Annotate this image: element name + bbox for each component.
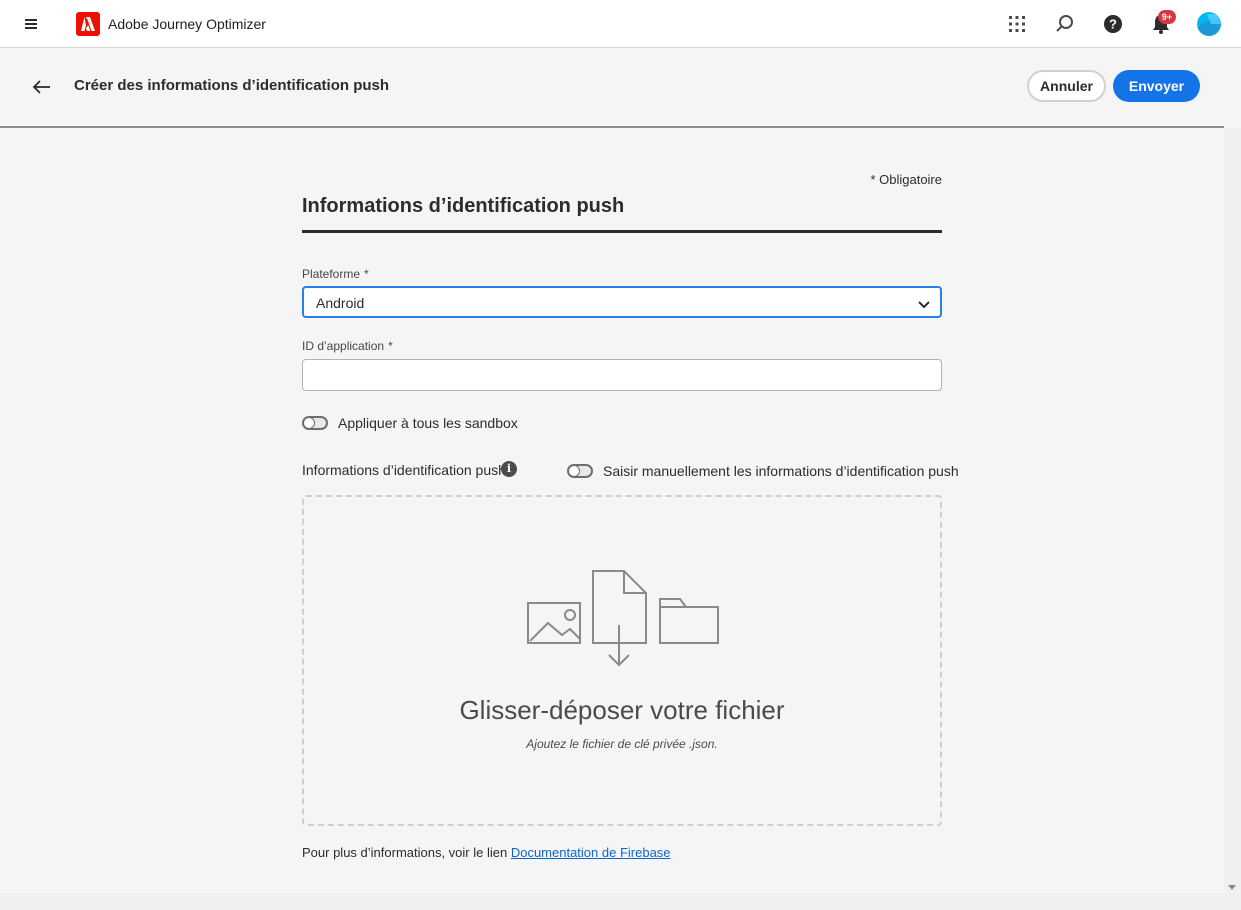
scroll-down-arrow-icon[interactable]: [1228, 885, 1236, 890]
firebase-docs-link[interactable]: Documentation de Firebase: [511, 845, 671, 860]
section-divider: [302, 230, 942, 233]
app-top-bar: Adobe Journey Optimizer ? 9+: [0, 0, 1241, 48]
manual-entry-toggle[interactable]: [567, 464, 593, 478]
info-icon[interactable]: i: [501, 461, 517, 477]
apply-all-sandboxes-toggle[interactable]: [302, 416, 328, 430]
hamburger-menu-icon[interactable]: [22, 14, 42, 34]
cancel-button[interactable]: Annuler: [1027, 70, 1106, 102]
footer-help-text: Pour plus d’informations, voir le lien D…: [302, 845, 671, 860]
app-name: Adobe Journey Optimizer: [108, 16, 266, 32]
dropzone-subtitle: Ajoutez le fichier de clé privée .json.: [526, 737, 718, 751]
footer-text: Pour plus d’informations, voir le lien: [302, 845, 511, 860]
required-mark: *: [388, 339, 393, 353]
dropzone-title: Glisser-déposer votre fichier: [459, 695, 785, 725]
required-mark: *: [364, 267, 369, 281]
app-id-label-text: ID d’application: [302, 339, 385, 353]
file-upload-illustration-icon: [527, 570, 719, 667]
platform-label-text: Plateforme: [302, 267, 361, 281]
help-icon[interactable]: ?: [1101, 12, 1125, 36]
svg-text:?: ?: [1109, 17, 1117, 32]
file-dropzone[interactable]: Glisser-déposer votre fichier Ajoutez le…: [302, 495, 942, 826]
chevron-down-icon: [918, 297, 930, 315]
credentials-label: Informations d’identification push: [302, 462, 506, 478]
apps-grid-icon[interactable]: [1005, 12, 1029, 36]
section-title: Informations d’identification push: [302, 195, 625, 217]
back-arrow-icon[interactable]: [30, 75, 54, 99]
app-id-input[interactable]: [302, 359, 942, 391]
adobe-logo-icon[interactable]: [76, 12, 100, 36]
required-note: * Obligatoire: [870, 172, 942, 187]
platform-select[interactable]: Android: [302, 286, 942, 318]
horizontal-scrollbar[interactable]: [0, 893, 1224, 910]
platform-select-value: Android: [316, 295, 365, 311]
vertical-scrollbar[interactable]: [1224, 128, 1241, 910]
avatar[interactable]: [1197, 12, 1221, 36]
apply-all-sandboxes-label: Appliquer à tous les sandbox: [338, 415, 518, 431]
platform-label: Plateforme *: [302, 267, 369, 281]
manual-entry-label: Saisir manuellement les informations d’i…: [603, 463, 959, 479]
page-header: Créer des informations d’identification …: [0, 49, 1224, 128]
search-icon[interactable]: [1053, 12, 1077, 36]
send-button[interactable]: Envoyer: [1113, 70, 1200, 102]
app-id-label: ID d’application *: [302, 339, 393, 353]
page-title: Créer des informations d’identification …: [74, 77, 390, 94]
notification-badge: 9+: [1158, 10, 1176, 24]
